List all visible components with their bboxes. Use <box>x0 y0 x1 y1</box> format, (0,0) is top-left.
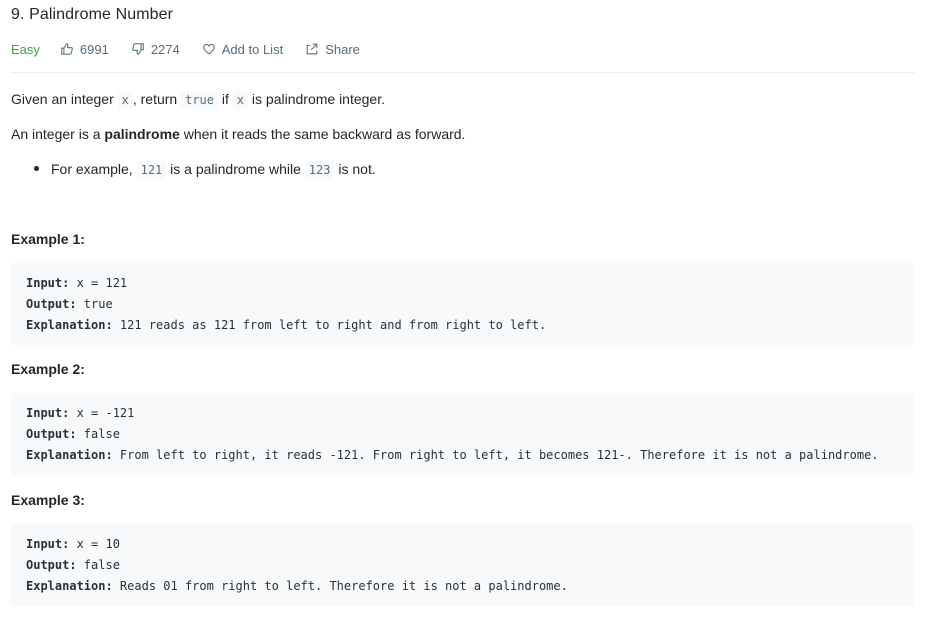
example-output-row: Output: false <box>26 555 899 576</box>
add-to-list-button[interactable]: Add to List <box>202 42 283 57</box>
output-label: Output: <box>26 427 77 441</box>
example-code-block: Input: x = 121 Output: true Explanation:… <box>11 263 914 345</box>
output-value: false <box>76 427 120 441</box>
thumbs-up-icon <box>61 43 73 55</box>
input-label: Input: <box>26 537 70 551</box>
description-paragraph-2: An integer is a palindrome when it reads… <box>11 124 465 144</box>
inline-code: 123 <box>304 161 335 179</box>
text: is a palindrome while <box>166 161 305 177</box>
description-paragraph-1: Given an integer x, return true if x is … <box>11 89 385 110</box>
divider <box>11 72 915 73</box>
text: For example, <box>51 161 137 177</box>
input-value: x = 121 <box>69 276 128 290</box>
text: is not. <box>334 161 376 177</box>
problem-page: 9. Palindrome Number Easy 6991 2274 Add … <box>0 0 932 622</box>
text: is palindrome integer. <box>248 91 385 107</box>
example-code-block: Input: x = 10 Output: false Explanation:… <box>11 524 914 606</box>
dislike-count: 2274 <box>150 41 180 57</box>
text: An integer is a <box>11 126 105 142</box>
problem-meta-bar: Easy 6991 2274 Add to List Share <box>11 40 382 58</box>
add-to-list-label: Add to List <box>221 41 284 57</box>
explanation-label: Explanation: <box>26 579 113 593</box>
thumbs-down-icon <box>131 43 144 55</box>
example-input-row: Input: x = -121 <box>26 403 899 424</box>
output-label: Output: <box>26 297 77 311</box>
description-bullets: For example, 121 is a palindrome while 1… <box>11 158 376 181</box>
explanation-label: Explanation: <box>26 448 113 462</box>
inline-code: x <box>117 91 133 109</box>
explanation-label: Explanation: <box>26 318 113 332</box>
like-count: 6991 <box>79 41 109 57</box>
list-item: For example, 121 is a palindrome while 1… <box>11 158 376 181</box>
example-heading: Example 3: <box>11 492 85 508</box>
example-explanation-row: Explanation: From left to right, it read… <box>26 445 899 466</box>
explanation-value: Reads 01 from right to left. Therefore i… <box>112 579 568 593</box>
share-label: Share <box>325 41 360 57</box>
dislike-button[interactable]: 2274 <box>131 42 180 57</box>
text: Given an integer <box>11 91 118 107</box>
example-output-row: Output: true <box>26 294 899 315</box>
difficulty-badge: Easy <box>11 41 40 57</box>
input-value: x = -121 <box>69 406 135 420</box>
output-label: Output: <box>26 558 77 572</box>
input-value: x = 10 <box>69 537 120 551</box>
example-explanation-row: Explanation: 121 reads as 121 from left … <box>26 315 899 336</box>
text: , return <box>132 91 182 107</box>
explanation-value: 121 reads as 121 from left to right and … <box>112 318 547 332</box>
bold-term: palindrome <box>104 126 180 142</box>
example-heading: Example 2: <box>11 361 85 377</box>
text: if <box>218 91 233 107</box>
output-value: true <box>76 297 113 311</box>
explanation-value: From left to right, it reads -121. From … <box>112 448 879 462</box>
example-input-row: Input: x = 121 <box>26 273 899 294</box>
example-explanation-row: Explanation: Reads 01 from right to left… <box>26 576 899 597</box>
example-code-block: Input: x = -121 Output: false Explanatio… <box>11 393 914 475</box>
inline-code: 121 <box>136 161 167 179</box>
example-input-row: Input: x = 10 <box>26 534 899 555</box>
input-label: Input: <box>26 276 70 290</box>
output-value: false <box>76 558 120 572</box>
inline-code: true <box>181 91 219 109</box>
example-output-row: Output: false <box>26 424 899 445</box>
problem-title: 9. Palindrome Number <box>11 6 174 23</box>
input-label: Input: <box>26 406 70 420</box>
text: when it reads the same backward as forwa… <box>179 126 466 142</box>
inline-code: x <box>232 91 249 109</box>
example-heading: Example 1: <box>11 231 85 247</box>
heart-icon <box>202 43 215 55</box>
share-button[interactable]: Share <box>305 42 360 57</box>
like-button[interactable]: 6991 <box>60 42 109 57</box>
share-icon <box>306 43 318 55</box>
